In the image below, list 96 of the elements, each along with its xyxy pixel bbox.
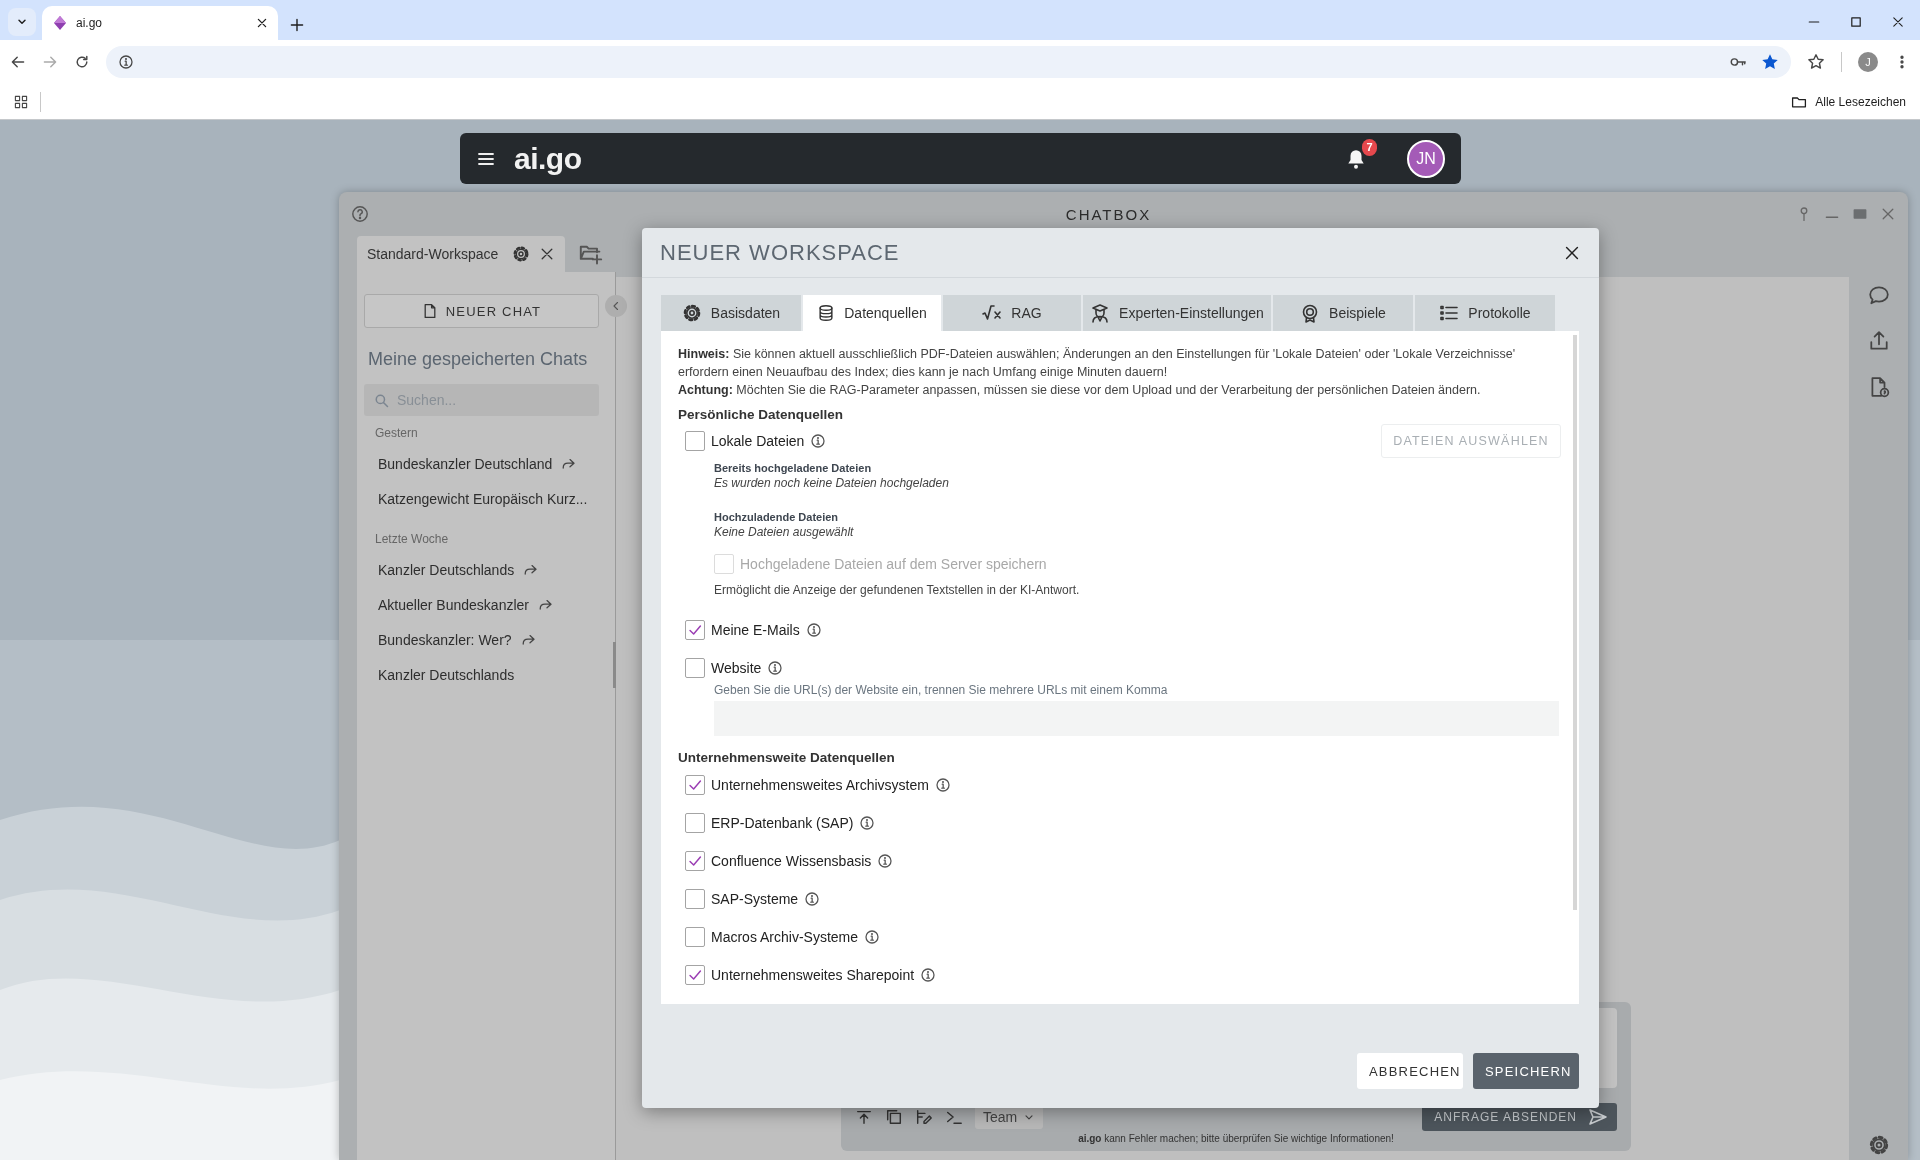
apps-icon[interactable] (14, 94, 28, 109)
star-icon[interactable] (1761, 53, 1779, 71)
workspace-tab[interactable]: Standard-Workspace (357, 236, 565, 272)
checkbox-label: SAP-Systeme (711, 890, 799, 907)
checkbox-label: ERP-Datenbank (SAP) (711, 814, 854, 831)
copy-icon[interactable] (885, 1108, 903, 1126)
info-icon (118, 54, 134, 70)
square-root-icon (982, 303, 1003, 323)
scrollbar[interactable] (613, 642, 616, 688)
checkbox[interactable] (685, 888, 705, 909)
new-chat-button[interactable]: NEUER CHAT (364, 294, 599, 328)
settings-icon[interactable] (1867, 1134, 1890, 1156)
disclaimer: ai.go kann Fehler machen; bitte überprüfen Sie wichtige Informationen! (1077, 1133, 1395, 1144)
field-value: Es wurden noch keine Dateien hochgeladen (714, 476, 950, 490)
checkbox[interactable] (685, 850, 705, 871)
tab[interactable]: RAG (943, 295, 1081, 331)
logo[interactable]: ai.go (514, 141, 582, 176)
info-icon (877, 852, 894, 869)
info-icon (767, 660, 784, 676)
checkbox[interactable] (685, 926, 705, 947)
tab[interactable]: Protokolle (1415, 295, 1555, 331)
upload-icon[interactable] (855, 1108, 873, 1126)
checkbox-label: Confluence Wissensbasis (711, 852, 872, 869)
info-icon (804, 890, 821, 907)
user-avatar[interactable]: JN (1407, 139, 1445, 178)
checkbox[interactable] (685, 774, 705, 795)
chat-icon[interactable] (1867, 284, 1890, 306)
checkbox-label: Macros Archiv-Systeme (711, 928, 859, 945)
notice-text: Achtung: Möchten Sie die RAG-Parameter anpassen, müssen sie diese vor dem Upload und der Verarbeitung der persönlichen Dateien ändern. (678, 382, 1482, 399)
notice-text: Hinweis: Sie können aktuell ausschließlich PDF-Dateien auswählen; Änderungen an den Einstellungen für 'Lokale Dateien' oder 'Lokale Verzeichnisse' erfordern einen Neuaufbau des Index; dies kann je nach Umfang einige Minuten dauern! (678, 346, 1517, 381)
graduate-icon (1090, 303, 1111, 323)
chat-item[interactable]: Kanzler Deutschlands (364, 552, 600, 587)
close-icon[interactable] (1892, 16, 1904, 28)
save-button[interactable]: SPEICHERN (1473, 1053, 1579, 1089)
field-label: Hochzuladende Dateien (714, 511, 840, 523)
hint-text: Geben Sie die URL(s) der Website ein, trennen Sie mehrere URLs mit einem Komma (714, 683, 1169, 697)
close-icon[interactable] (256, 17, 268, 29)
checkbox[interactable] (685, 620, 705, 640)
field-value: Keine Dateien ausgewählt (714, 525, 855, 539)
checkbox-label: Unternehmensweites Archivsystem (711, 776, 929, 793)
search-icon (374, 393, 389, 408)
reload-icon[interactable] (74, 54, 90, 70)
chat-item[interactable]: Katzengewicht Europäisch Kurz... (364, 481, 600, 516)
upload-icon[interactable] (1867, 330, 1890, 352)
diamond-icon (52, 15, 68, 31)
group-label: Letzte Woche (375, 532, 450, 548)
all-bookmarks-button[interactable]: Alle Lesezeichen (1791, 93, 1906, 110)
group-label: Gestern (375, 426, 419, 442)
database-icon (817, 304, 836, 322)
gear-icon (681, 303, 702, 323)
notification-badge: 7 (1362, 138, 1377, 156)
info-icon (920, 966, 937, 983)
section-heading: Meine gespeicherten Chats (368, 349, 589, 370)
info-icon (864, 928, 881, 945)
checkbox[interactable] (685, 431, 705, 451)
dialog-title: NEUER WORKSPACE (660, 239, 900, 266)
checkbox-label: Website (711, 660, 762, 676)
tab[interactable]: Basisdaten (661, 295, 801, 331)
chat-item[interactable]: Bundeskanzler Deutschland (364, 446, 600, 481)
help-icon[interactable] (351, 205, 369, 223)
tab-title: ai.go (76, 16, 104, 30)
checkbox[interactable] (685, 658, 705, 678)
cancel-button[interactable]: ABBRECHEN (1357, 1053, 1463, 1089)
chevron-left-icon (611, 301, 621, 311)
info-icon (805, 622, 822, 638)
section-heading: Unternehmensweite Datenquellen (678, 750, 896, 765)
info-icon (859, 814, 876, 831)
tab[interactable]: Beispiele (1273, 295, 1413, 331)
hint-text: Ermöglicht die Anzeige der gefundenen Textstellen in der KI-Antwort. (714, 583, 1081, 597)
checkbox-label: Unternehmensweites Sharepoint (711, 966, 915, 983)
checkbox-label: Lokale Dateien (711, 433, 805, 449)
field-label: Bereits hochgeladene Dateien (714, 462, 873, 474)
browser-tab[interactable]: ai.go (42, 6, 278, 40)
back-icon[interactable] (10, 54, 26, 70)
edit-icon[interactable] (915, 1108, 933, 1126)
checkbox[interactable] (685, 812, 705, 833)
info-icon (934, 776, 951, 793)
window-title: CHATBOX (1065, 205, 1152, 223)
tab[interactable]: Datenquellen (803, 295, 941, 331)
list-icon (1439, 303, 1460, 323)
send-icon (1587, 1107, 1609, 1127)
maximize-icon[interactable] (1850, 16, 1862, 28)
close-icon[interactable] (539, 246, 555, 262)
bookmark-star-icon[interactable] (1807, 53, 1825, 71)
new-tab-icon[interactable] (290, 18, 304, 32)
checkbox-label: Meine E-Mails (711, 622, 800, 638)
checkbox[interactable] (685, 964, 705, 985)
info-icon (810, 433, 827, 449)
chat-item[interactable]: Aktueller Bundeskanzler (364, 587, 600, 622)
chat-item[interactable]: Bundeskanzler: Wer? (364, 622, 600, 657)
gear-icon[interactable] (512, 245, 530, 263)
section-heading: Persönliche Datenquellen (678, 407, 845, 422)
scrollbar[interactable] (1573, 335, 1577, 910)
chat-item[interactable]: Kanzler Deutschlands (364, 657, 600, 692)
tab[interactable]: Experten-Einstellungen (1083, 295, 1271, 331)
checkbox-label: Hochgeladene Dateien auf dem Server speichern (740, 556, 1047, 572)
